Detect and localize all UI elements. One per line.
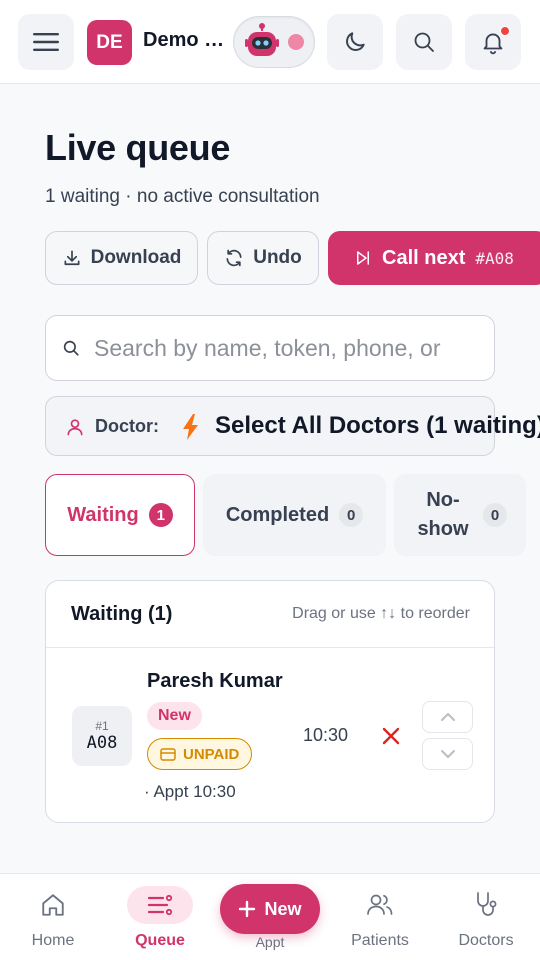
tab-completed-label: Completed: [225, 503, 330, 526]
assistant-status-dot: [288, 34, 304, 50]
queue-list-header: Waiting (1) Drag or use ↑↓ to reorder: [46, 581, 494, 648]
queue-list-title: Waiting (1): [71, 603, 173, 625]
chevron-down-icon: [440, 750, 455, 758]
search-icon: [63, 340, 79, 356]
lightning-icon: [183, 414, 198, 440]
nav-doctors[interactable]: Doctors: [436, 874, 536, 960]
new-appointment-button[interactable]: New: [220, 884, 320, 934]
download-button[interactable]: Download: [45, 231, 198, 285]
nav-patients-icon-wrap: [347, 886, 413, 924]
nav-queue[interactable]: Queue: [110, 874, 210, 960]
tab-waiting-count: 1: [148, 503, 173, 527]
search-icon: [414, 32, 434, 52]
tab-no-show-label: No-show: [417, 489, 469, 540]
search-button[interactable]: [396, 14, 452, 70]
page-subtitle: 1 waiting · no active consultation: [45, 186, 320, 207]
call-next-button[interactable]: Call next #A08: [328, 231, 540, 285]
tab-completed-count: 0: [339, 503, 364, 527]
nav-patients[interactable]: Patients: [330, 874, 430, 960]
new-appointment-label: New: [264, 898, 302, 919]
queue-list-icon: [147, 894, 173, 916]
top-app-bar: DE Demo Clinic: [0, 0, 540, 84]
new-patient-badge: New: [147, 702, 202, 730]
tab-completed[interactable]: Completed 0: [203, 474, 386, 556]
call-next-token: #A08: [475, 248, 514, 268]
token-chip[interactable]: #1 A08: [72, 706, 132, 766]
undo-label: Undo: [253, 247, 302, 268]
notification-badge-dot: [500, 26, 510, 36]
hamburger-menu-icon: [33, 33, 59, 51]
org-avatar[interactable]: DE: [87, 20, 132, 65]
org-name[interactable]: Demo Clinic: [143, 29, 227, 52]
card-icon: [160, 747, 176, 761]
notifications-button[interactable]: [465, 14, 521, 70]
nav-queue-label: Queue: [135, 932, 185, 949]
payment-status-label: UNPAID: [183, 745, 240, 763]
move-up-button[interactable]: [422, 701, 473, 733]
nav-doctors-label: Doctors: [458, 932, 514, 949]
tab-no-show[interactable]: No-show 0: [394, 474, 526, 556]
queue-time: 10:30: [303, 725, 349, 745]
queue-list-card: Waiting (1) Drag or use ↑↓ to reorder #1…: [45, 580, 495, 823]
theme-toggle-button[interactable]: [327, 14, 383, 70]
appointment-time: · Appt 10:30: [144, 782, 236, 801]
queue-position: #1: [95, 719, 109, 733]
undo-button[interactable]: Undo: [207, 231, 319, 285]
reorder-hint: Drag or use ↑↓ to reorder: [292, 605, 470, 622]
doctor-filter-select[interactable]: Doctor: Select All Doctors (1 waiting): [45, 396, 540, 456]
token-code: A08: [86, 733, 118, 753]
plus-icon: [239, 900, 256, 918]
doctor-filter-value: Select All Doctors (1 waiting): [215, 412, 540, 439]
tab-waiting[interactable]: Waiting 1: [45, 474, 195, 556]
search-field[interactable]: [45, 315, 495, 381]
stethoscope-icon: [477, 892, 497, 916]
call-next-label: Call next: [382, 246, 466, 269]
payment-status-badge[interactable]: UNPAID: [147, 738, 253, 770]
home-icon: [42, 894, 64, 916]
tab-waiting-label: Waiting: [67, 503, 139, 526]
nav-home[interactable]: Home: [3, 874, 103, 960]
nav-doctors-icon-wrap: [453, 886, 519, 924]
refresh-icon: [226, 249, 242, 267]
move-down-button[interactable]: [422, 738, 473, 770]
tab-no-show-count: 0: [483, 503, 507, 527]
moon-icon: [346, 32, 365, 51]
user-icon: [67, 419, 83, 436]
download-icon: [64, 250, 80, 266]
skip-forward-icon: [357, 251, 369, 265]
menu-button[interactable]: [18, 14, 74, 70]
patient-name[interactable]: Paresh Kumar: [147, 670, 287, 693]
chevron-up-icon: [440, 713, 455, 721]
page-title: Live queue: [45, 127, 231, 168]
nav-home-icon-wrap: [20, 886, 86, 924]
nav-patients-label: Patients: [351, 932, 409, 949]
new-appointment-sublabel: Appt: [255, 934, 285, 950]
robot-icon: [245, 23, 279, 56]
nav-home-label: Home: [31, 932, 75, 949]
doctor-filter-label: Doctor:: [95, 416, 159, 436]
users-icon: [367, 894, 393, 915]
download-label: Download: [90, 247, 182, 268]
close-icon[interactable]: [379, 724, 403, 748]
nav-queue-icon-wrap: [127, 886, 193, 924]
search-input[interactable]: [94, 328, 484, 368]
